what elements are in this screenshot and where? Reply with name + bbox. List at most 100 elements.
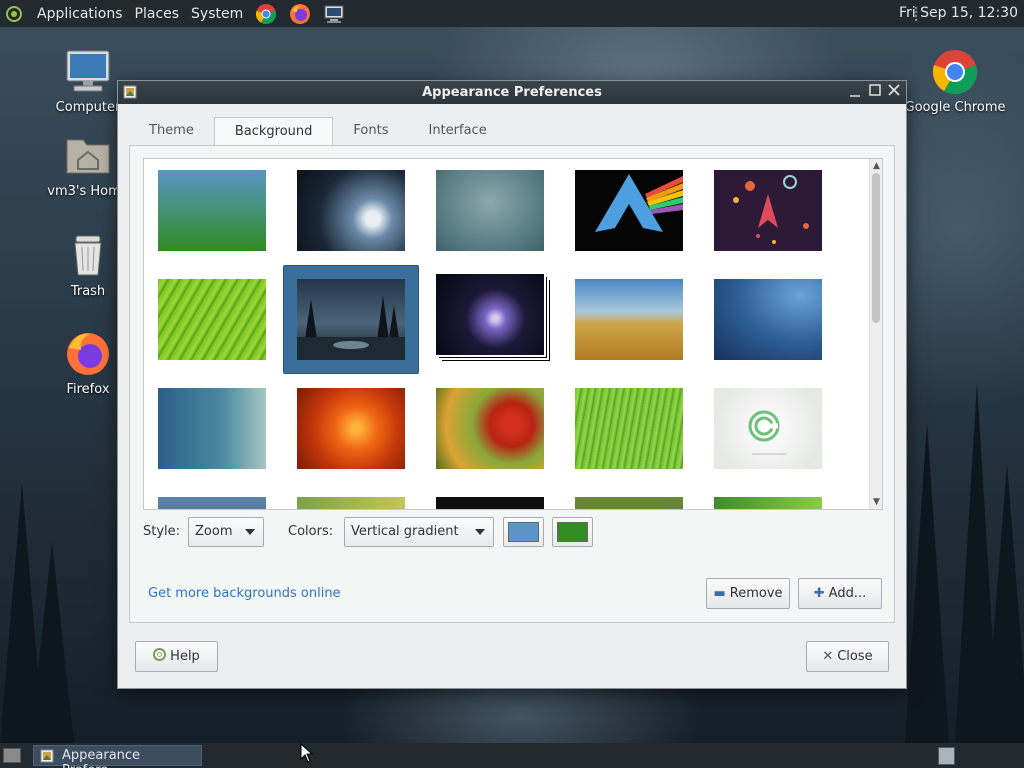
secondary-color-swatch [557, 522, 588, 542]
close-button[interactable]: ✕ Close [806, 641, 889, 672]
window-title: Appearance Preferences [422, 85, 602, 100]
firefox-icon [64, 330, 112, 378]
style-label: Style: [143, 524, 181, 539]
maximize-button[interactable] [867, 84, 883, 100]
wallpaper-thumbnail-selected[interactable] [283, 265, 419, 374]
mouse-cursor-icon [300, 743, 314, 763]
wallpaper-image [714, 388, 822, 469]
clock[interactable]: Fri Sep 15, 12:30 [899, 5, 1018, 21]
colors-dropdown[interactable]: Vertical gradient [344, 517, 494, 547]
wallpaper-thumbnail[interactable] [700, 268, 836, 377]
colors-label: Colors: [288, 524, 334, 539]
wallpaper-thumbnail[interactable] [700, 159, 836, 268]
desktop-icon-label: Google Chrome [904, 100, 1006, 115]
wallpaper-image [158, 279, 266, 360]
menu-system[interactable]: System [185, 6, 249, 22]
wallpaper-thumbnail[interactable] [144, 377, 280, 486]
remove-button-label: Remove [729, 586, 783, 601]
scroll-up-icon[interactable]: ▲ [872, 161, 881, 171]
wallpaper-thumbnail[interactable] [561, 268, 697, 377]
appearance-preferences-window: Appearance Preferences Theme Background … [117, 80, 907, 689]
wallpaper-thumbnail[interactable] [144, 486, 280, 509]
wallpaper-image [158, 497, 266, 509]
tab-theme[interactable]: Theme [129, 117, 214, 145]
taskbar-item-label: Appearance Prefere... [62, 748, 141, 768]
wallpaper-image [575, 170, 683, 251]
style-dropdown[interactable]: Zoom [188, 517, 264, 547]
taskbar-item-appearance[interactable]: Appearance Prefere... [33, 745, 202, 768]
wallpaper-image [714, 497, 822, 509]
show-desktop-icon[interactable] [3, 748, 21, 763]
wallpaper-thumbnail[interactable] [144, 268, 280, 377]
terminal-icon[interactable] [322, 2, 346, 26]
remove-button[interactable]: ▬ Remove [706, 578, 790, 609]
computer-icon [64, 48, 112, 96]
desktop-icon-label: Firefox [66, 382, 110, 397]
get-more-backgrounds-link[interactable]: Get more backgrounds online [148, 586, 341, 601]
appearance-app-icon [39, 748, 55, 764]
chrome-icon [931, 48, 979, 96]
help-button-label: Help [170, 649, 200, 664]
wallpaper-thumbnail[interactable] [700, 486, 836, 509]
secondary-color-button[interactable] [552, 517, 593, 547]
wallpaper-thumbnail[interactable] [144, 159, 280, 268]
wallpaper-image [158, 388, 266, 469]
wallpaper-image [575, 388, 683, 469]
background-tab-panel: ▲ ▼ Style: Zoom Colors: Vertical gradien… [129, 145, 895, 623]
wallpaper-thumbnail[interactable] [561, 377, 697, 486]
close-window-button[interactable] [886, 84, 902, 100]
dropdown-arrow-icon [475, 529, 485, 535]
wallpaper-grid[interactable]: ▲ ▼ [143, 158, 883, 510]
wallpaper-thumbnail[interactable] [283, 159, 419, 268]
wallpaper-image [575, 497, 683, 509]
distro-logo-icon[interactable] [2, 2, 26, 26]
tree-silhouette [905, 423, 949, 743]
primary-color-swatch [508, 522, 539, 542]
tab-interface[interactable]: Interface [408, 117, 506, 145]
chrome-icon[interactable] [254, 2, 278, 26]
plus-icon: ✚ [813, 586, 825, 601]
wallpaper-thumbnail[interactable] [561, 486, 697, 509]
scroll-down-icon[interactable]: ▼ [872, 497, 881, 507]
wallpaper-image [575, 279, 683, 360]
primary-color-button[interactable] [503, 517, 544, 547]
wallpaper-scrollbar[interactable]: ▲ ▼ [869, 159, 882, 509]
wallpaper-image [436, 274, 544, 355]
wallpaper-thumbnail[interactable] [422, 486, 558, 509]
tab-fonts[interactable]: Fonts [333, 117, 408, 145]
style-dropdown-value: Zoom [195, 524, 233, 539]
wallpaper-image [714, 279, 822, 360]
help-lifebuoy-icon [153, 648, 167, 665]
help-button[interactable]: Help [135, 641, 218, 672]
desktop-icon-label: Trash [70, 284, 106, 299]
menu-places[interactable]: Places [129, 6, 186, 22]
minimize-button[interactable] [847, 84, 863, 100]
wallpaper-thumbnail[interactable] [422, 268, 558, 377]
scrollbar-thumb[interactable] [872, 173, 880, 323]
close-button-label: Close [837, 649, 873, 664]
desktop-icon-chrome[interactable]: Google Chrome [900, 48, 1010, 115]
trash-icon [64, 232, 112, 280]
menu-applications[interactable]: Applications [31, 6, 129, 22]
wallpaper-thumbnail[interactable] [561, 159, 697, 268]
wallpaper-thumbnail[interactable] [422, 159, 558, 268]
desktop-icon-label: Computer [55, 100, 121, 115]
wallpaper-thumbnail[interactable] [283, 486, 419, 509]
tree-silhouette [30, 543, 74, 743]
workspace-switcher[interactable] [938, 747, 955, 765]
wallpaper-image [436, 170, 544, 251]
dropdown-arrow-icon [245, 529, 255, 535]
wallpaper-thumbnail[interactable] [700, 377, 836, 486]
minus-icon: ▬ [713, 586, 726, 601]
wallpaper-image [297, 170, 405, 251]
firefox-icon[interactable] [288, 2, 312, 26]
tab-background[interactable]: Background [213, 117, 334, 146]
top-panel: Applications Places System Fri Sep 15, 1… [0, 0, 1024, 27]
wallpaper-image [297, 279, 405, 360]
add-button[interactable]: ✚ Add... [798, 578, 882, 609]
wallpaper-thumbnail[interactable] [283, 377, 419, 486]
wallpaper-thumbnail[interactable] [422, 377, 558, 486]
home-folder-icon [64, 132, 112, 180]
window-titlebar[interactable]: Appearance Preferences [118, 81, 906, 104]
wallpaper-image [297, 388, 405, 469]
